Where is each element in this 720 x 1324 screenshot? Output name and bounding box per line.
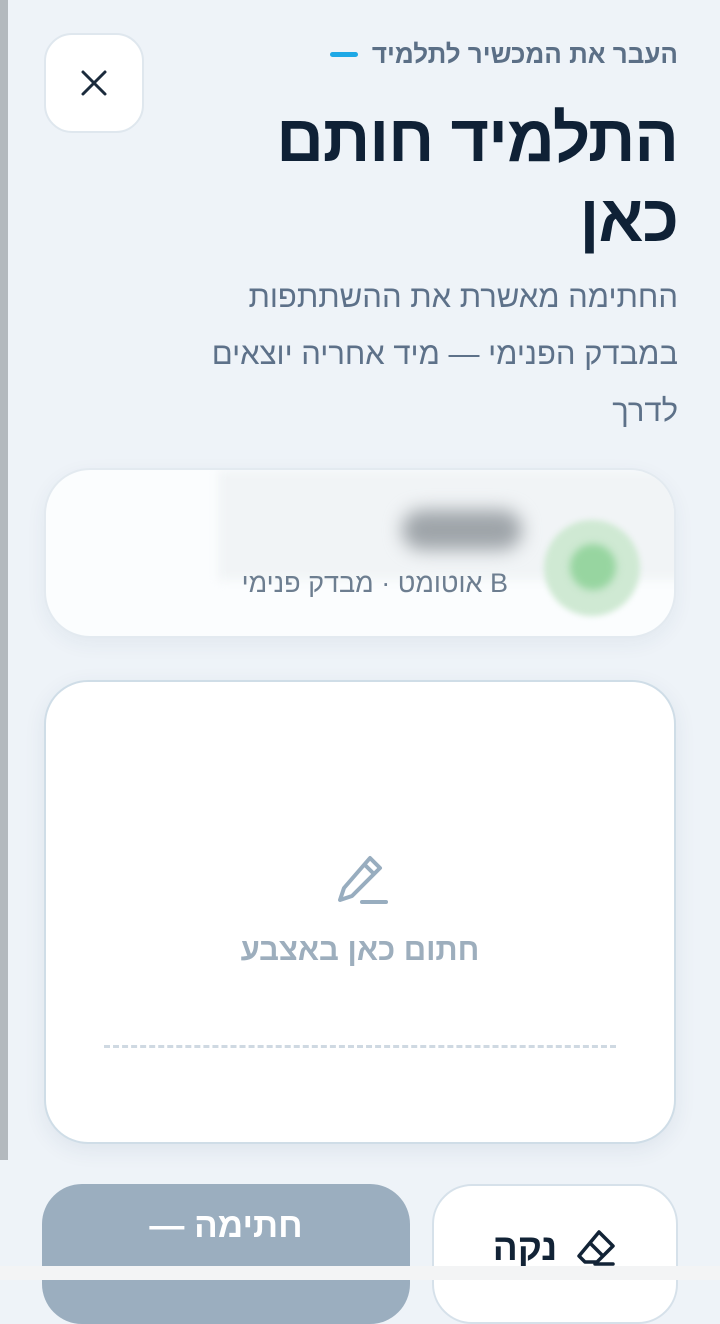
student-card: B אוטומט · מבדק פנימי: [44, 468, 676, 638]
signature-pad[interactable]: חתום כאן באצבע: [44, 680, 676, 1144]
pen-icon: [338, 856, 388, 904]
eyebrow-subtitle: העבר את המכשיר לתלמיד: [371, 38, 678, 69]
header-eyebrow: העבר את המכשיר לתלמיד: [329, 34, 678, 74]
signature-baseline: [104, 1045, 616, 1048]
signature-hint: חתום כאן באצבע: [240, 932, 480, 967]
student-meta: B אוטומט · מבדק פנימי: [241, 568, 508, 598]
avatar-status-dot: [570, 544, 616, 590]
student-name: [46, 470, 47, 471]
submit-button-label: חתימה —: [149, 1206, 303, 1245]
left-edge-strip: [0, 0, 8, 1160]
accent-bar: [329, 51, 358, 57]
close-button[interactable]: [44, 33, 144, 133]
student-name-redacted: [402, 510, 522, 550]
clear-button[interactable]: נקה: [432, 1184, 678, 1324]
page-description: החתימה מאשרת את ההשתתפות במבדק הפנימי — …: [211, 279, 678, 428]
page-title: התלמיד חותם כאן: [276, 101, 679, 255]
submit-signature-button[interactable]: חתימה —: [42, 1184, 410, 1324]
clear-button-label: נקה: [492, 1227, 558, 1268]
close-icon: [81, 70, 107, 96]
eraser-icon: [577, 1230, 615, 1266]
bottom-edge: [0, 1266, 720, 1280]
